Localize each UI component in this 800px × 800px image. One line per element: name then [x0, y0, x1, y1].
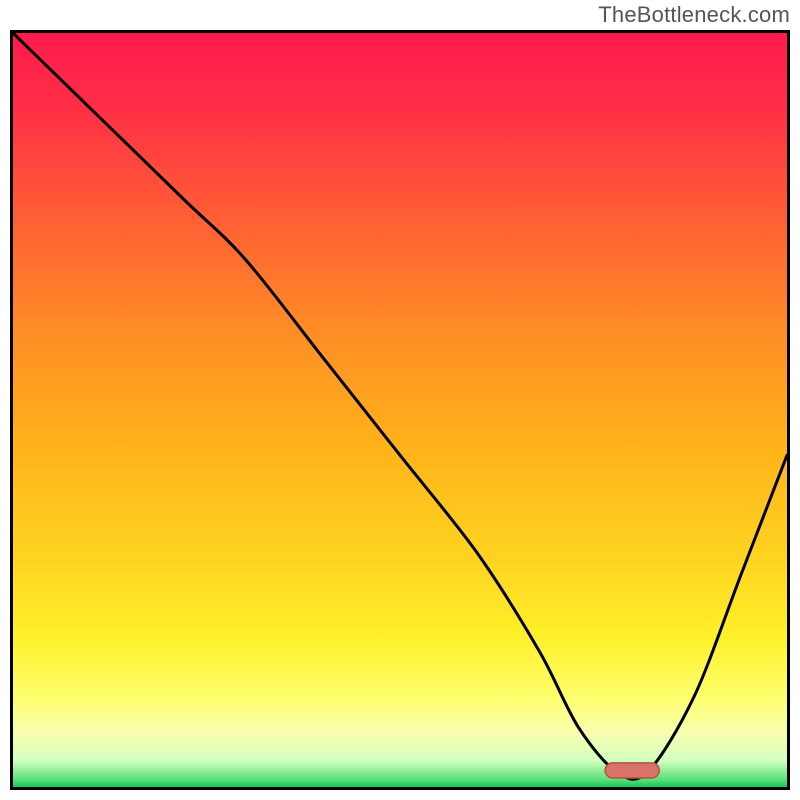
chart-container [10, 30, 790, 790]
optimal-marker [605, 763, 659, 778]
bottleneck-chart [13, 33, 787, 787]
watermark-text: TheBottleneck.com [598, 2, 790, 28]
